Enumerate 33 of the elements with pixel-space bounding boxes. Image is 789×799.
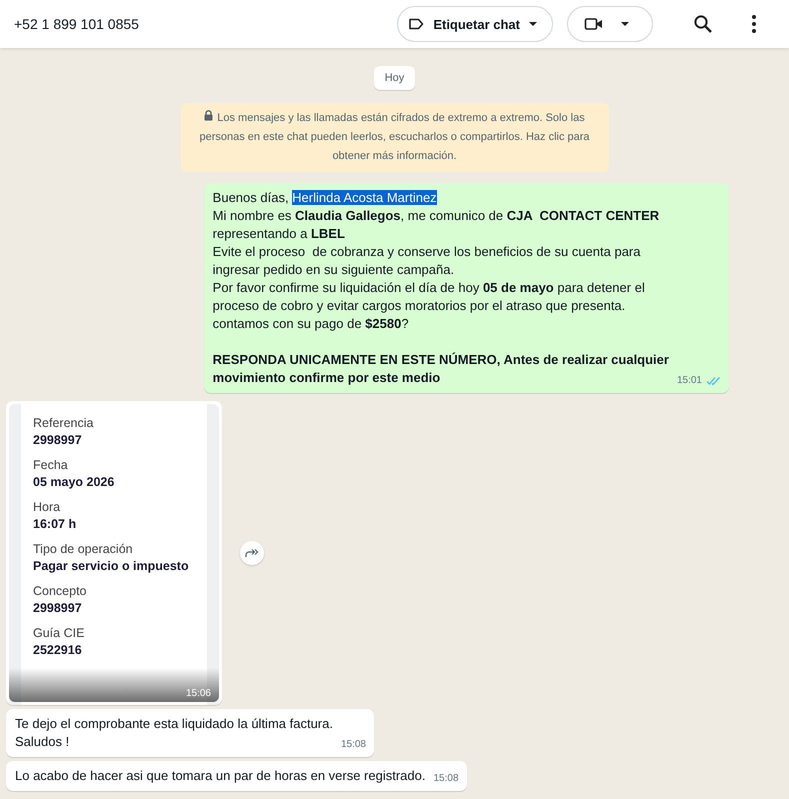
receipt-value: Pagar servicio o impuesto bbox=[33, 559, 190, 573]
receipt-label: Hora bbox=[33, 500, 62, 514]
caret-icon bbox=[620, 21, 630, 27]
search-icon[interactable] bbox=[693, 14, 713, 34]
receipt-label: Concepto bbox=[33, 584, 88, 598]
receipt-value: 2522916 bbox=[33, 643, 83, 657]
image-message[interactable]: Referencia 2998997 Fecha 05 mayo 2026 Hora 16:07 h Tipo de operación Pagar servicio o impuesto Concepto 2998997 Guía CIE 2522916 15:06 bbox=[6, 401, 222, 705]
forward-button[interactable] bbox=[240, 541, 264, 565]
receipt-label: Tipo de operación bbox=[33, 542, 134, 556]
menu-icon[interactable] bbox=[751, 14, 757, 34]
message-text: Buenos días, Herlinda Acosta Martinez Mi nombre es Claudia Gallegos, me comunico de CJA CONTACT CENTER representando a LBEL Evite el proceso de cobranza y conserve los beneficios de su cuenta para ingresar pedido en su siguiente campaña. Por favor confirme su liquidación el día de hoy 05 de mayo para detener el proceso de cobro y evitar cargos moratorios por el atraso que presenta. contamos con su pago de $2580? RESPONDA UNICAMENTE EN ESTE NÚMERO, Antes de realizar cualquier movimiento confirme por este medio bbox=[212, 189, 669, 387]
receipt-label: Guía CIE bbox=[33, 626, 86, 640]
message-text: Lo acabo de hacer asi que tomara un par de horas en verse registrado. bbox=[15, 767, 426, 785]
label-chat-button[interactable]: Etiquetar chat bbox=[397, 6, 553, 42]
lock-icon bbox=[204, 110, 214, 121]
message-time: 15:08 bbox=[340, 738, 366, 752]
receipt-label: Referencia bbox=[33, 416, 94, 430]
encryption-notice[interactable]: Los mensajes y las llamadas están cifrados de extremo a extremo. Solo las personas en este chat pueden leerlos, escucharlos o compartirlos. Haz clic para obtener más información. bbox=[180, 103, 608, 172]
receipt-value: 2998997 bbox=[33, 601, 83, 615]
receipt-value: 2998997 bbox=[33, 433, 83, 447]
video-call-button[interactable] bbox=[567, 6, 653, 42]
message-time: 15:01 bbox=[676, 374, 702, 388]
message-time: 15:06 bbox=[186, 688, 211, 699]
message-time: 15:08 bbox=[433, 772, 459, 786]
message-text: Te dejo el comprobante esta liquidado la última factura. Saludos ! bbox=[15, 715, 333, 751]
forward-icon bbox=[245, 548, 259, 558]
receipt-label: Fecha bbox=[33, 458, 69, 472]
video-camera-icon bbox=[584, 16, 604, 32]
contact-name: +52 1 899 101 0855 bbox=[14, 16, 139, 32]
receipt-value: 16:07 h bbox=[33, 517, 78, 531]
date-chip: Hoy bbox=[374, 66, 416, 90]
receipt-value: 05 mayo 2026 bbox=[33, 475, 116, 489]
caret-icon bbox=[528, 21, 538, 27]
